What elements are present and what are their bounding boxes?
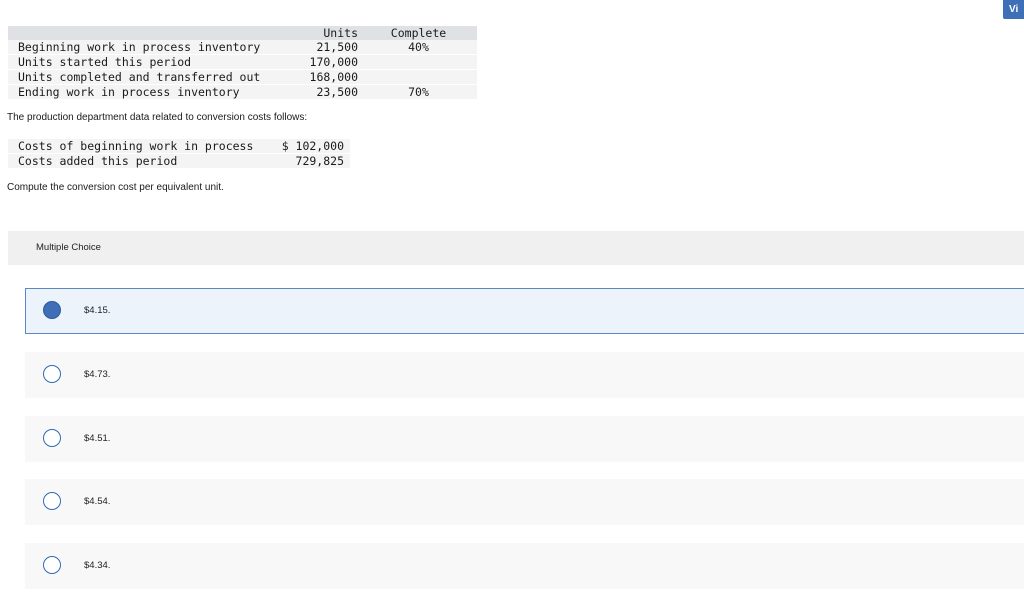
units-row-beginning-wip: Beginning work in process inventory 21,5… bbox=[8, 40, 477, 55]
row-complete bbox=[360, 69, 477, 85]
choice-option-4[interactable]: $4.54. bbox=[25, 479, 1024, 525]
choice-option-3[interactable]: $4.51. bbox=[25, 416, 1024, 462]
header-complete: Complete bbox=[360, 26, 477, 40]
radio-unselected-icon[interactable] bbox=[43, 429, 61, 447]
row-complete: 40% bbox=[360, 40, 477, 55]
header-units: Units bbox=[280, 26, 360, 40]
row-label: Units completed and transferred out bbox=[8, 69, 280, 85]
cost-label: Costs of beginning work in process bbox=[8, 139, 276, 154]
row-units: 21,500 bbox=[280, 40, 360, 55]
row-units: 168,000 bbox=[280, 69, 360, 85]
cost-table: Costs of beginning work in process $ 102… bbox=[8, 139, 350, 169]
cost-value: 729,825 bbox=[275, 153, 350, 169]
units-row-ending-wip: Ending work in process inventory 23,500 … bbox=[8, 84, 477, 100]
row-units: 23,500 bbox=[280, 84, 360, 100]
question-text: Compute the conversion cost per equivale… bbox=[7, 182, 224, 193]
multiple-choice-header: Multiple Choice bbox=[8, 231, 1024, 265]
choice-text: $4.54. bbox=[84, 496, 111, 507]
row-label: Units started this period bbox=[8, 54, 280, 70]
row-complete: 70% bbox=[360, 84, 477, 100]
multiple-choice-label: Multiple Choice bbox=[36, 242, 101, 253]
units-row-completed: Units completed and transferred out 168,… bbox=[8, 69, 477, 85]
radio-unselected-icon[interactable] bbox=[43, 556, 61, 574]
conversion-intro-text: The production department data related t… bbox=[7, 112, 308, 123]
cost-value: $ 102,000 bbox=[275, 139, 350, 154]
row-units: 170,000 bbox=[280, 54, 360, 70]
cost-row-added: Costs added this period 729,825 bbox=[8, 153, 350, 169]
radio-unselected-icon[interactable] bbox=[43, 492, 61, 510]
choice-text: $4.73. bbox=[84, 369, 111, 380]
choice-text: $4.15. bbox=[84, 305, 111, 316]
cost-label: Costs added this period bbox=[8, 153, 276, 169]
units-table-header: Units Complete bbox=[8, 26, 477, 40]
choice-option-1[interactable]: $4.15. bbox=[25, 288, 1024, 334]
choice-text: $4.34. bbox=[84, 560, 111, 571]
cost-row-beginning-wip: Costs of beginning work in process $ 102… bbox=[8, 139, 350, 154]
row-complete bbox=[360, 54, 477, 70]
radio-selected-icon[interactable] bbox=[43, 301, 61, 319]
row-label: Ending work in process inventory bbox=[8, 84, 280, 100]
units-table: Units Complete Beginning work in process… bbox=[8, 26, 477, 100]
view-button[interactable]: Vi bbox=[1003, 0, 1024, 19]
choice-option-2[interactable]: $4.73. bbox=[25, 352, 1024, 398]
radio-unselected-icon[interactable] bbox=[43, 365, 61, 383]
choice-option-5[interactable]: $4.34. bbox=[25, 543, 1024, 589]
choice-text: $4.51. bbox=[84, 433, 111, 444]
row-label: Beginning work in process inventory bbox=[8, 40, 280, 55]
header-blank bbox=[8, 26, 280, 40]
units-row-started: Units started this period 170,000 bbox=[8, 54, 477, 70]
